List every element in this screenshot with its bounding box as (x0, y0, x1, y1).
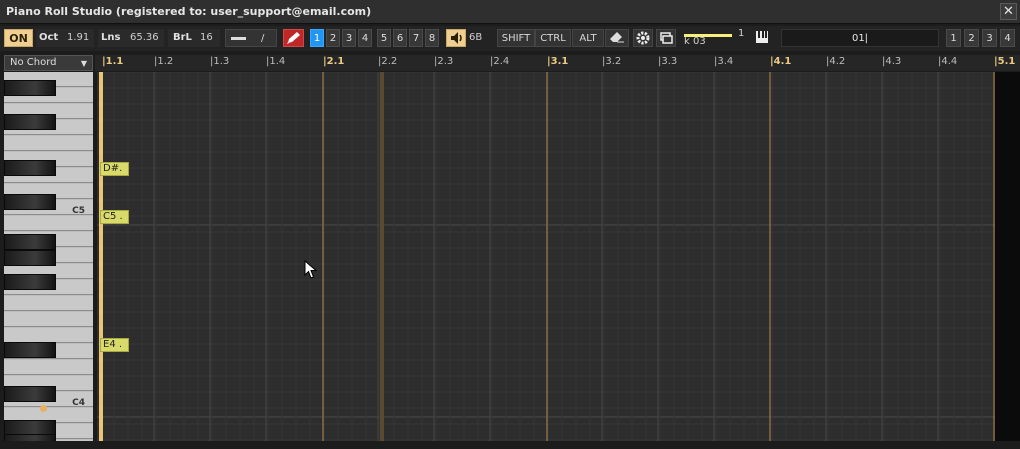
octave-label: Oct (39, 32, 59, 43)
velocity-value: 1 (738, 28, 745, 39)
white-key[interactable] (4, 312, 93, 327)
toolbar: ON Oct 1.91 Lns 65.36 BrL 16 / 1 2 3 4 5… (0, 26, 1020, 51)
grid-lines (97, 72, 1020, 441)
page-button-4[interactable]: 4 (1000, 29, 1015, 47)
black-key[interactable] (4, 434, 56, 441)
piano-icon[interactable] (754, 29, 772, 47)
channel-button-1[interactable]: 1 (310, 29, 324, 47)
page-button-2[interactable]: 2 (964, 29, 979, 47)
page-button-1[interactable]: 1 (946, 29, 961, 47)
alt-button[interactable]: ALT (572, 29, 604, 47)
root-note-marker (40, 405, 47, 412)
key-label: C4 (72, 398, 85, 408)
ruler-tick: |4.2 (826, 56, 846, 67)
lines-value: 65.36 (130, 32, 159, 43)
close-button[interactable]: ✕ (1000, 3, 1017, 20)
ruler-tick: |5.1 (994, 56, 1016, 67)
on-button[interactable]: ON (4, 29, 33, 47)
slash-tool[interactable]: / (261, 30, 264, 48)
note-block[interactable]: E4 . (100, 338, 129, 352)
velocity-label: k 03 (684, 36, 706, 47)
track-name-field[interactable]: 01| (781, 29, 939, 47)
ruler-tick: |1.3 (210, 56, 230, 67)
white-key[interactable] (4, 328, 93, 343)
ruler-tick: |4.1 (770, 56, 792, 67)
ruler-tick: |2.2 (378, 56, 398, 67)
pencil-icon[interactable] (283, 29, 304, 47)
speaker-icon[interactable] (446, 29, 466, 47)
chord-selector[interactable]: No Chord ▼ (4, 55, 93, 71)
snap-group: / (225, 29, 277, 47)
note-block[interactable]: D#. (100, 162, 129, 176)
octave-value: 1.91 (67, 32, 90, 43)
timeline-ruler[interactable]: |1.1 |1.2 |1.3 |1.4 |2.1 |2.2 |2.3 |2.4 |3.1 |3.2… (95, 55, 1020, 71)
ruler-tick: |1.1 (102, 56, 124, 67)
playhead[interactable] (99, 72, 103, 441)
gear-icon[interactable] (633, 29, 653, 47)
white-key[interactable] (4, 136, 93, 151)
white-key[interactable] (4, 296, 93, 311)
black-key[interactable] (4, 194, 56, 210)
channel-button-2[interactable]: 2 (326, 29, 340, 47)
key-label: C5 (72, 206, 85, 216)
channel-button-6[interactable]: 6 (393, 29, 407, 47)
channel-button-3[interactable]: 3 (342, 29, 356, 47)
lines-label: Lns (101, 32, 121, 43)
line-tool-icon[interactable] (231, 37, 246, 40)
channel-button-8[interactable]: 8 (425, 29, 439, 47)
bar-length-value: 16 (200, 32, 213, 43)
ruler-tick: |3.2 (602, 56, 622, 67)
volume-value: 6B (469, 32, 483, 43)
white-key[interactable] (4, 360, 93, 375)
ruler-tick: |2.3 (434, 56, 454, 67)
ruler-tick: |2.1 (323, 56, 345, 67)
ruler-tick: |1.4 (266, 56, 286, 67)
ruler-tick: |2.4 (490, 56, 510, 67)
black-key[interactable] (4, 234, 56, 250)
status-bar (0, 441, 1020, 449)
octave-field[interactable]: Oct 1.91 (36, 29, 94, 47)
bar-length-label: BrL (173, 32, 192, 43)
black-key[interactable] (4, 160, 56, 176)
mouse-cursor-icon (304, 260, 318, 279)
bar-length-field[interactable]: BrL 16 (168, 29, 220, 47)
shift-button[interactable]: SHIFT (497, 29, 535, 47)
black-key[interactable] (4, 274, 56, 290)
page-button-3[interactable]: 3 (982, 29, 997, 47)
ruler-tick: |3.4 (714, 56, 734, 67)
channel-button-5[interactable]: 5 (377, 29, 391, 47)
note-grid[interactable] (97, 72, 1020, 441)
black-key[interactable] (4, 250, 56, 266)
black-key[interactable] (4, 386, 56, 402)
channel-button-7[interactable]: 7 (409, 29, 423, 47)
ruler-tick: |3.3 (658, 56, 678, 67)
window-mode-icon[interactable] (656, 29, 676, 47)
ctrl-button[interactable]: CTRL (535, 29, 571, 47)
ruler-tick: |3.1 (547, 56, 569, 67)
velocity-meter[interactable]: 1 k 03 (682, 28, 746, 47)
title-bar: Piano Roll Studio (registered to: user_s… (0, 0, 1020, 24)
black-key[interactable] (4, 114, 56, 130)
channel-button-4[interactable]: 4 (358, 29, 372, 47)
ruler-tick: |4.4 (938, 56, 958, 67)
white-key[interactable] (4, 216, 93, 231)
chord-value: No Chord (10, 57, 57, 68)
window-title: Piano Roll Studio (registered to: user_s… (6, 5, 372, 18)
piano-keyboard[interactable]: C5 C4 (4, 72, 93, 441)
black-key[interactable] (4, 80, 56, 96)
ruler-tick: |4.3 (882, 56, 902, 67)
lines-field[interactable]: Lns 65.36 (98, 29, 164, 47)
note-block[interactable]: C5 . (100, 210, 129, 224)
black-key[interactable] (4, 342, 56, 358)
ruler-tick: |1.2 (154, 56, 174, 67)
eraser-icon[interactable] (605, 29, 629, 47)
chevron-down-icon: ▼ (80, 59, 88, 68)
